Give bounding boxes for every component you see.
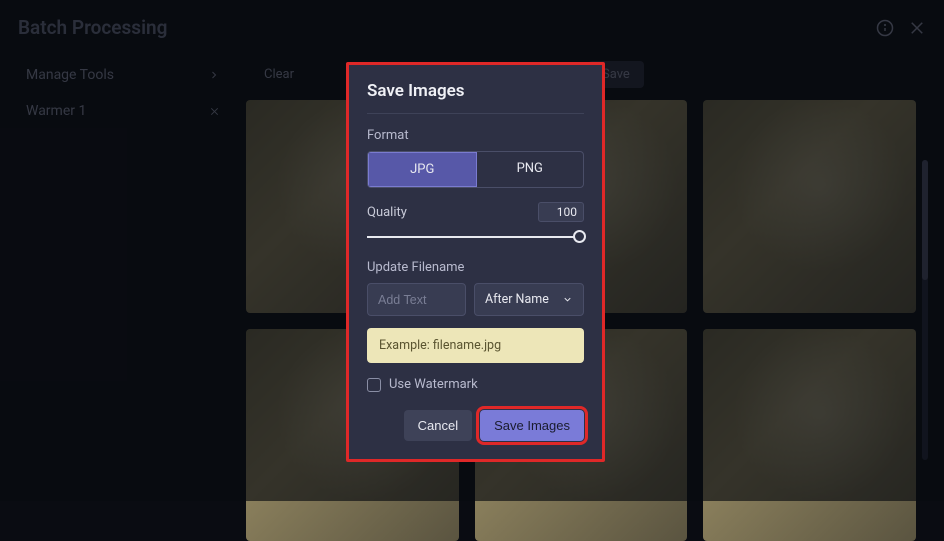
scrollbar-thumb[interactable] [922, 160, 928, 280]
save-images-modal: Save Images Format JPG PNG Quality 100 U… [346, 62, 605, 462]
header-actions [876, 19, 926, 37]
scrollbar[interactable] [922, 160, 928, 460]
filename-text-input[interactable] [367, 283, 466, 316]
watermark-row[interactable]: Use Watermark [367, 377, 584, 392]
manage-tools-label: Manage Tools [26, 67, 114, 83]
slider-track [367, 236, 584, 238]
image-thumbnail[interactable] [703, 329, 916, 541]
format-label: Format [367, 128, 584, 143]
filename-example: Example: filename.jpg [367, 328, 584, 363]
modal-actions: Cancel Save Images [367, 410, 584, 441]
watermark-label: Use Watermark [389, 377, 478, 392]
format-segmented: JPG PNG [367, 151, 584, 188]
close-icon[interactable] [908, 19, 926, 37]
format-jpg-button[interactable]: JPG [368, 152, 477, 187]
page-title: Batch Processing [18, 16, 167, 39]
image-thumbnail[interactable] [703, 100, 916, 313]
select-value: After Name [485, 292, 549, 307]
watermark-checkbox[interactable] [367, 378, 381, 392]
remove-tool-icon[interactable] [209, 106, 220, 117]
info-icon[interactable] [876, 19, 894, 37]
cancel-button[interactable]: Cancel [404, 410, 472, 441]
batch-processing-page: Batch Processing Manage Tools Warmer 1 [0, 0, 944, 501]
sidebar: Manage Tools Warmer 1 [18, 57, 228, 541]
chevron-down-icon [562, 294, 573, 305]
slider-handle[interactable] [573, 230, 586, 243]
sidebar-item-label: Warmer 1 [26, 103, 86, 119]
clear-button[interactable]: Clear [250, 61, 308, 88]
quality-label: Quality [367, 205, 407, 220]
update-filename-label: Update Filename [367, 260, 584, 275]
quality-slider[interactable] [367, 228, 584, 246]
modal-title: Save Images [367, 81, 584, 114]
quality-row: Quality 100 [367, 202, 584, 222]
chevron-right-icon [208, 69, 220, 81]
format-png-button[interactable]: PNG [477, 152, 584, 187]
quality-value-input[interactable]: 100 [538, 202, 584, 222]
sidebar-item-warmer-1[interactable]: Warmer 1 [18, 93, 228, 129]
manage-tools-button[interactable]: Manage Tools [18, 57, 228, 93]
page-header: Batch Processing [18, 16, 926, 57]
filename-row: After Name [367, 283, 584, 316]
filename-position-select[interactable]: After Name [474, 283, 584, 316]
save-images-button[interactable]: Save Images [480, 410, 584, 441]
